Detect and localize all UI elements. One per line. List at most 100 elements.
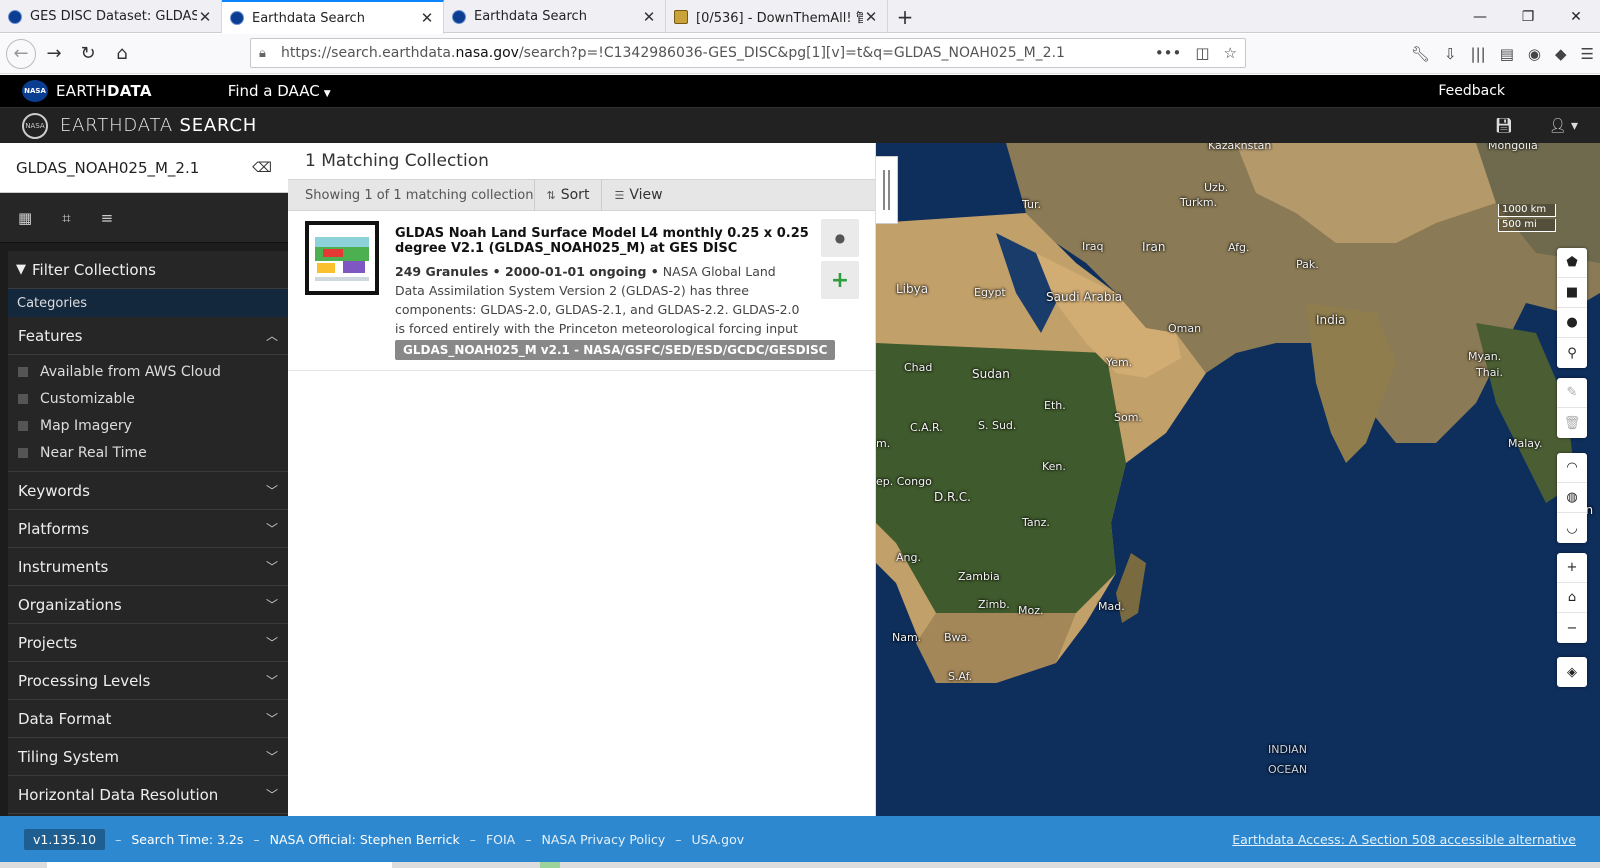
feedback-link[interactable]: Feedback (1438, 83, 1505, 99)
map-label: C.A.R. (910, 421, 943, 434)
feature-option-customizable[interactable]: Customizable (8, 385, 288, 412)
usagov-link[interactable]: USA.gov (692, 832, 745, 847)
filter-section-features[interactable]: Features ︿ (8, 317, 288, 355)
browser-tab-downthemall[interactable]: [0/536] - DownThemAll! 管理 ✕ (666, 0, 888, 33)
browser-tab-earthdata-search[interactable]: Earthdata Search ✕ (222, 0, 444, 34)
library-icon[interactable]: ||| (1471, 45, 1486, 63)
close-window-icon[interactable]: ✕ (1552, 0, 1600, 33)
find-a-daac-menu[interactable]: Find a DAAC ▼ (228, 82, 331, 100)
menu-icon[interactable]: ☰ (1581, 45, 1594, 63)
home-icon[interactable]: ⌂ (106, 38, 138, 70)
south-polar-projection-icon[interactable]: ◡ (1557, 513, 1587, 543)
forward-arrow-icon[interactable]: → (38, 38, 70, 70)
filter-section-processing-levels[interactable]: Processing Levels ﹀ (8, 662, 288, 700)
checkbox[interactable] (18, 393, 28, 404)
spatial-crop-icon[interactable]: ⌗ (62, 209, 70, 227)
feature-option-near-real-time[interactable]: Near Real Time (8, 439, 288, 466)
url-text[interactable]: https://search.earthdata.nasa.gov/search… (281, 45, 1155, 61)
sidebar-icon[interactable]: ▤ (1500, 45, 1514, 63)
back-arrow-icon[interactable]: ← (6, 38, 36, 69)
search-query-text[interactable]: GLDAS_NOAH025_M_2.1 (16, 159, 252, 177)
filter-section-projects[interactable]: Projects ﹀ (8, 624, 288, 662)
layers-icon[interactable]: ◈ (1557, 657, 1587, 687)
reload-icon[interactable]: ↻ (72, 38, 104, 70)
draw-polygon-icon[interactable]: ⬟ (1557, 248, 1587, 278)
collection-result-item[interactable]: GLDAS Noah Land Surface Model L4 monthly… (288, 211, 875, 371)
taskbar-strip (0, 862, 1600, 868)
map-label: Iraq (1082, 240, 1104, 253)
add-to-project-button[interactable]: + (821, 261, 859, 299)
draw-tools-control: ⬟ ■ ● ⚲ (1557, 248, 1587, 368)
restore-icon[interactable]: ❐ (1504, 0, 1552, 33)
map-label: Nam. (892, 631, 922, 644)
user-menu-icon[interactable]: 👤︎ ▾ (1549, 118, 1578, 134)
clear-search-icon[interactable]: ⌫ (252, 160, 272, 176)
filter-section-organizations[interactable]: Organizations ﹀ (8, 586, 288, 624)
earthdata-logo-text[interactable]: EARTHDATA (56, 82, 152, 100)
north-polar-projection-icon[interactable]: ◠ (1557, 453, 1587, 483)
draw-rectangle-icon[interactable]: ■ (1557, 278, 1587, 308)
search-input[interactable]: GLDAS_NOAH025_M_2.1 ⌫ (0, 143, 288, 193)
map-label: Ang. (896, 551, 921, 564)
draw-point-icon[interactable]: ⚲ (1557, 338, 1587, 368)
map-label: Bwa. (944, 631, 971, 644)
close-tab-icon[interactable]: ✕ (419, 9, 435, 27)
account-icon[interactable]: ◉ (1528, 45, 1541, 63)
browser-tab-ges-disc[interactable]: GES DISC Dataset: GLDAS Nc ✕ (0, 0, 222, 33)
close-tab-icon[interactable]: ✕ (197, 8, 213, 26)
results-count: Showing 1 of 1 matching collection (305, 187, 534, 203)
panel-collapse-handle[interactable] (876, 156, 898, 224)
pocket-icon[interactable]: ◫ (1195, 44, 1209, 62)
close-tab-icon[interactable]: ✕ (863, 8, 879, 26)
collection-title[interactable]: GLDAS Noah Land Surface Model L4 monthly… (395, 226, 813, 256)
close-tab-icon[interactable]: ✕ (641, 8, 657, 26)
browser-tab-earthdata-search-2[interactable]: Earthdata Search ✕ (444, 0, 666, 33)
checkbox[interactable] (18, 447, 28, 458)
filter-section-tiling-system[interactable]: Tiling System ﹀ (8, 738, 288, 776)
calendar-icon[interactable]: ▦ (18, 209, 32, 227)
edit-shape-icon[interactable]: ✎ (1557, 378, 1587, 408)
feature-option-aws-cloud[interactable]: Available from AWS Cloud (8, 358, 288, 385)
minimize-icon[interactable]: — (1456, 0, 1504, 33)
save-project-icon[interactable]: 💾︎ (1495, 118, 1513, 134)
view-button[interactable]: ☰ View (601, 179, 674, 211)
zoom-in-icon[interactable]: + (1557, 553, 1587, 583)
collection-info-button[interactable]: ● (821, 219, 859, 257)
sort-button[interactable]: ⇅ Sort (533, 179, 602, 211)
map-label: Tur. (1022, 198, 1042, 211)
nasa-favicon-icon (230, 11, 244, 25)
delete-shape-icon[interactable]: 🗑︎ (1557, 408, 1587, 438)
filter-section-keywords[interactable]: Keywords ﹀ (8, 472, 288, 510)
foia-link[interactable]: FOIA (486, 832, 515, 847)
privacy-policy-link[interactable]: NASA Privacy Policy (542, 832, 666, 847)
filter-funnel-icon: ▼ (16, 262, 26, 277)
page-actions-icon[interactable]: ••• (1155, 44, 1182, 62)
draw-circle-icon[interactable]: ● (1557, 308, 1587, 338)
geographic-projection-icon[interactable]: ◍ (1557, 483, 1587, 513)
nasa-logo-icon[interactable]: NASA (22, 80, 48, 102)
extension-icon[interactable]: ◆ (1555, 45, 1567, 63)
filter-section-horizontal-data-resolution[interactable]: Horizontal Data Resolution ﹀ (8, 776, 288, 814)
map-view[interactable]: Kazakhstan Mongolia Uzb. Turkm. Tur. Ira… (876, 143, 1600, 816)
feature-option-map-imagery[interactable]: Map Imagery (8, 412, 288, 439)
download-icon[interactable]: ⇩ (1444, 45, 1457, 63)
app-title[interactable]: EARTHDATA SEARCH (60, 115, 257, 136)
filter-section-instruments[interactable]: Instruments ﹀ (8, 548, 288, 586)
filter-section-data-format[interactable]: Data Format ﹀ (8, 700, 288, 738)
checkbox[interactable] (18, 366, 28, 377)
chevron-down-icon: ﹀ (265, 484, 278, 498)
map-label: S. Sud. (978, 419, 1017, 432)
advanced-filters-icon[interactable]: ≡ (101, 209, 114, 227)
map-label: Chad (904, 361, 933, 374)
bookmark-star-icon[interactable]: ☆ (1224, 44, 1237, 62)
filter-section-platforms[interactable]: Platforms ﹀ (8, 510, 288, 548)
collection-results-panel: 1 Matching Collection Showing 1 of 1 mat… (288, 143, 876, 816)
url-bar[interactable]: 🔒︎ https://search.earthdata.nasa.gov/sea… (250, 38, 1246, 68)
zoom-home-icon[interactable]: ⌂ (1557, 583, 1587, 613)
checkbox[interactable] (18, 420, 28, 431)
zoom-out-icon[interactable]: − (1557, 613, 1587, 643)
new-tab-button[interactable]: + (888, 0, 922, 33)
wrench-icon[interactable]: 🔧︎ (1411, 45, 1430, 63)
nasa-outline-logo-icon[interactable]: NASA (22, 112, 48, 139)
accessible-alternative-link[interactable]: Earthdata Access: A Section 508 accessib… (1232, 832, 1576, 847)
